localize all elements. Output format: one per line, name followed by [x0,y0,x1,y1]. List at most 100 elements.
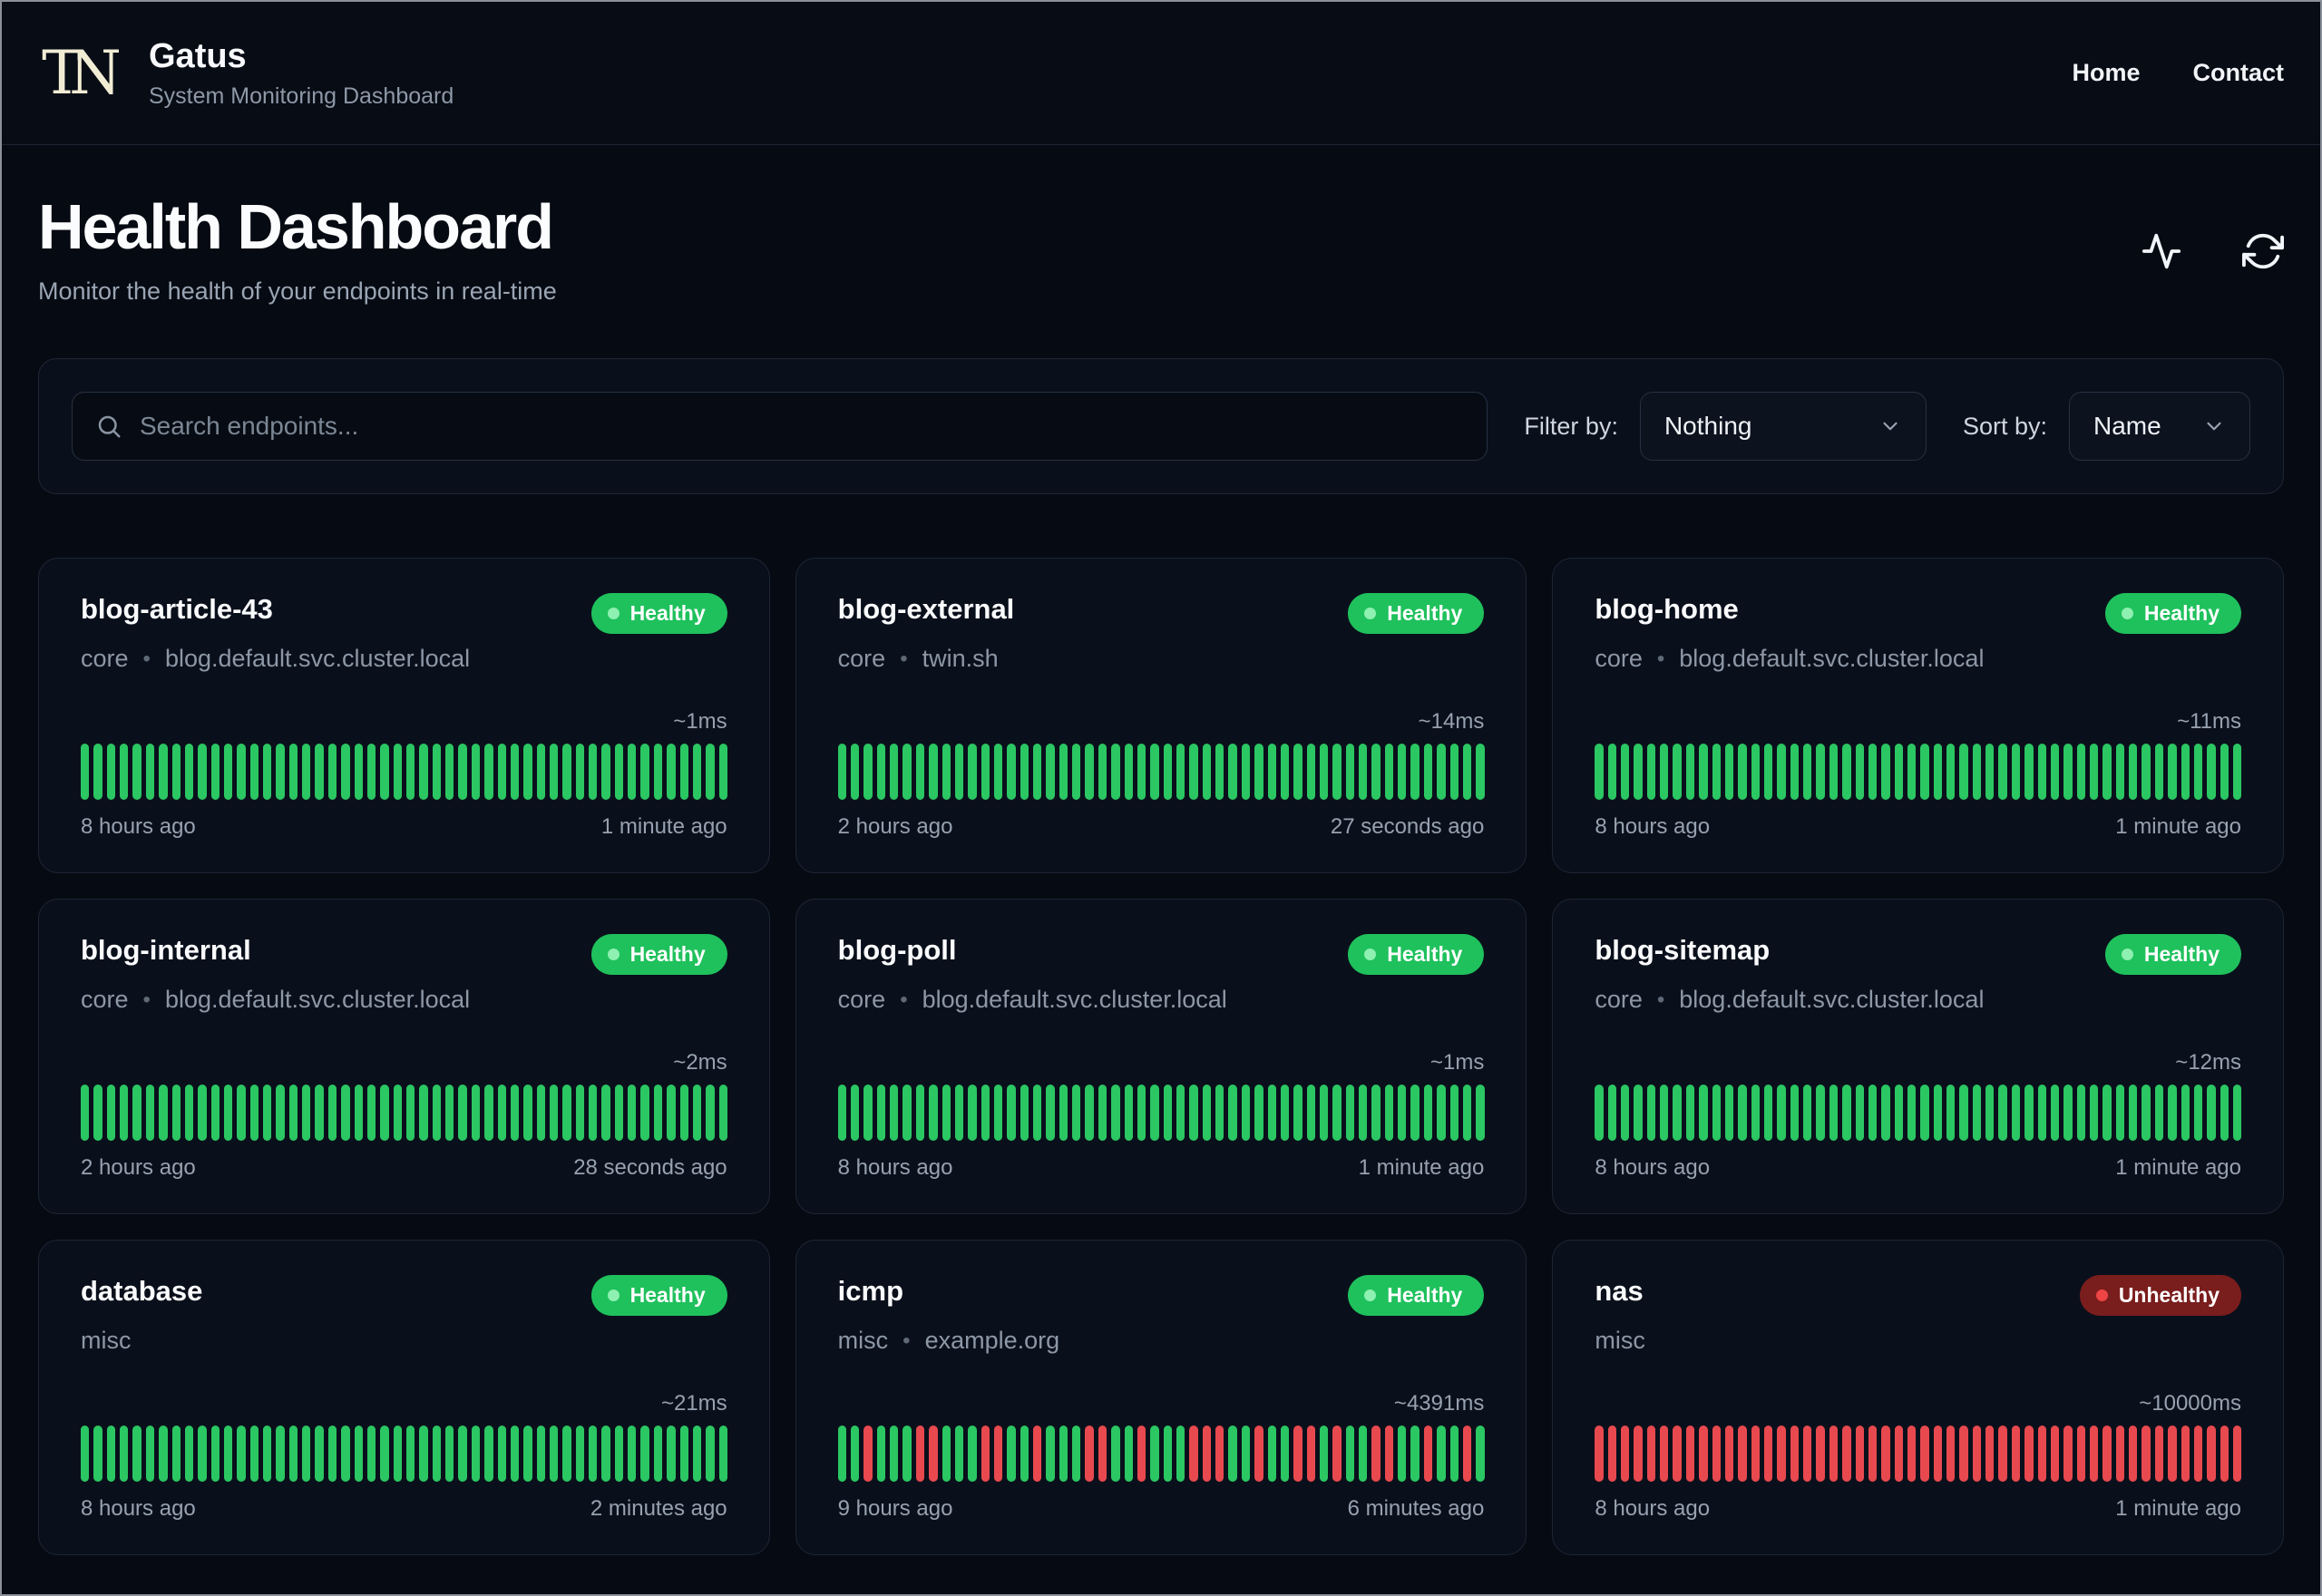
window-start: 8 hours ago [1595,814,1711,839]
activity-icon[interactable] [2141,230,2182,272]
history-bar-up [993,1085,1003,1141]
endpoint-card[interactable]: blog-poll Healthy core • blog.default.sv… [795,899,1527,1214]
history-bar-down [1189,1426,1198,1482]
history-bars [81,1085,727,1141]
history-bar-up [706,744,715,800]
history-bar-up [1241,744,1251,800]
history-bar-up [679,744,688,800]
history-bar-up [1384,744,1394,800]
history-bar-up [1059,1085,1068,1141]
history-bar-up [484,1426,493,1482]
endpoint-card[interactable]: icmp Healthy misc • example.org ~4391ms … [795,1240,1527,1555]
refresh-icon[interactable] [2242,230,2284,272]
chevron-down-icon [2207,422,2221,431]
history-bar-up [1410,1426,1420,1482]
history-bar-up [1764,744,1773,800]
endpoint-card[interactable]: blog-article-43 Healthy core • blog.defa… [38,558,770,873]
history-bar-up [890,744,899,800]
history-bar-up [2089,1085,2099,1141]
endpoint-meta: core • blog.default.svc.cluster.local [838,986,1485,1014]
history-bar-up [1072,1426,1081,1482]
app-logo[interactable]: TN [38,30,125,117]
filter-select[interactable]: Nothing [1639,392,1927,461]
endpoint-card[interactable]: blog-internal Healthy core • blog.defaul… [38,899,770,1214]
nav-link-home[interactable]: Home [2072,59,2140,87]
endpoint-name: blog-article-43 [81,593,273,625]
page-subtitle: Monitor the health of your endpoints in … [38,277,557,305]
history-bar-up [1398,1085,1407,1141]
history-bar-up [718,1085,727,1141]
history-bar-down [1646,1426,1656,1482]
history-bar-up [1359,744,1368,800]
history-bar-down [929,1426,938,1482]
window-start: 8 hours ago [837,1155,953,1180]
endpoint-host: blog.default.svc.cluster.local [164,986,471,1013]
filter-by-label: Filter by: [1524,412,1618,440]
nav-link-contact[interactable]: Contact [2193,59,2285,87]
status-badge: Healthy [2104,934,2241,975]
history-bar-up [863,744,873,800]
endpoint-card[interactable]: database Healthy misc ~21ms 8 hours ago … [38,1240,770,1555]
history-bar-up [484,744,493,800]
history-bar-up [692,1085,702,1141]
history-bar-up [223,744,233,800]
history-bar-up [249,1426,259,1482]
history-bar-up [2115,744,2125,800]
history-bar-up [380,1085,389,1141]
history-bar-up [1699,744,1708,800]
endpoint-name: database [81,1275,203,1307]
history-bar-up [1124,1085,1133,1141]
history-bar-up [628,1426,637,1482]
history-bar-up [1985,1085,1995,1141]
history-bar-up [1777,744,1786,800]
endpoint-name: nas [1595,1275,1644,1307]
endpoint-group: core [81,986,129,1013]
history-bar-up [302,1085,311,1141]
endpoint-card[interactable]: blog-sitemap Healthy core • blog.default… [1552,899,2284,1214]
history-window: 8 hours ago 1 minute ago [81,814,727,840]
page-title: Health Dashboard [38,191,554,262]
history-bar-up [2154,1085,2164,1141]
history-bar-up [1020,1426,1029,1482]
history-bar-up [393,1426,402,1482]
status-dot-icon [1364,1289,1377,1301]
history-window: 9 hours ago 6 minutes ago [838,1496,1485,1522]
history-bar-up [890,1085,899,1141]
endpoint-card[interactable]: blog-home Healthy core • blog.default.sv… [1552,558,2284,873]
history-bar-up [575,1426,585,1482]
history-bar-up [523,1085,532,1141]
history-bar-up [851,1426,860,1482]
history-bar-up [981,744,990,800]
window-start: 8 hours ago [81,814,196,839]
history-bar-up [276,1085,285,1141]
history-bar-down [2220,1426,2229,1482]
sort-select[interactable]: Name [2069,392,2250,461]
history-bar-up [667,744,676,800]
history-bar-up [1202,1085,1212,1141]
endpoint-card[interactable]: blog-external Healthy core • twin.sh ~14… [795,558,1527,873]
history-bar-up [81,744,90,800]
history-bar-up [993,744,1003,800]
history-bar-down [2207,1426,2216,1482]
history-bar-up [1293,1085,1302,1141]
history-bar-up [510,744,520,800]
endpoint-card[interactable]: nas Unhealthy misc ~10000ms 8 hours ago … [1552,1240,2284,1555]
history-bar-up [562,744,571,800]
window-start: 8 hours ago [1595,1496,1711,1521]
history-bar-up [1972,1085,1982,1141]
history-bar-up [458,1426,467,1482]
search-input[interactable] [72,392,1488,461]
history-bar-up [2181,1085,2190,1141]
history-bar-up [1673,1085,1682,1141]
history-bar-up [1046,1426,1055,1482]
endpoint-card-head: blog-external Healthy [838,593,1485,634]
history-bar-down [2154,1426,2164,1482]
history-bar-up [706,1085,715,1141]
history-bar-up [263,1085,272,1141]
history-bar-up [1306,744,1315,800]
history-bar-down [1803,1426,1812,1482]
history-bar-up [1241,1426,1251,1482]
history-bar-up [1371,744,1381,800]
history-bar-up [1423,744,1433,800]
history-bar-down [1085,1426,1094,1482]
